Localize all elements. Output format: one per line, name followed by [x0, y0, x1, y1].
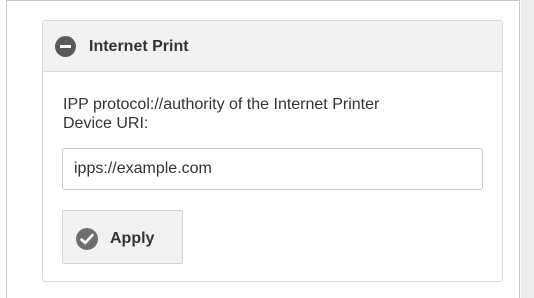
apply-button[interactable]: Apply	[62, 210, 183, 264]
device-uri-label-line2: Device URI:	[63, 115, 149, 132]
device-uri-label: IPP protocol://authority of the Internet…	[63, 95, 483, 133]
minus-circle-icon[interactable]	[55, 36, 76, 57]
scrollbar-track[interactable]	[521, 0, 534, 298]
device-uri-input[interactable]	[62, 148, 483, 190]
internet-print-panel-header[interactable]: Internet Print	[43, 21, 502, 72]
apply-button-label: Apply	[110, 230, 155, 247]
check-circle-icon	[76, 228, 98, 250]
internet-print-panel: Internet Print IPP protocol://authority …	[42, 20, 503, 282]
device-uri-label-line1: IPP protocol://authority of the Internet…	[63, 96, 380, 113]
panel-title: Internet Print	[89, 38, 189, 55]
